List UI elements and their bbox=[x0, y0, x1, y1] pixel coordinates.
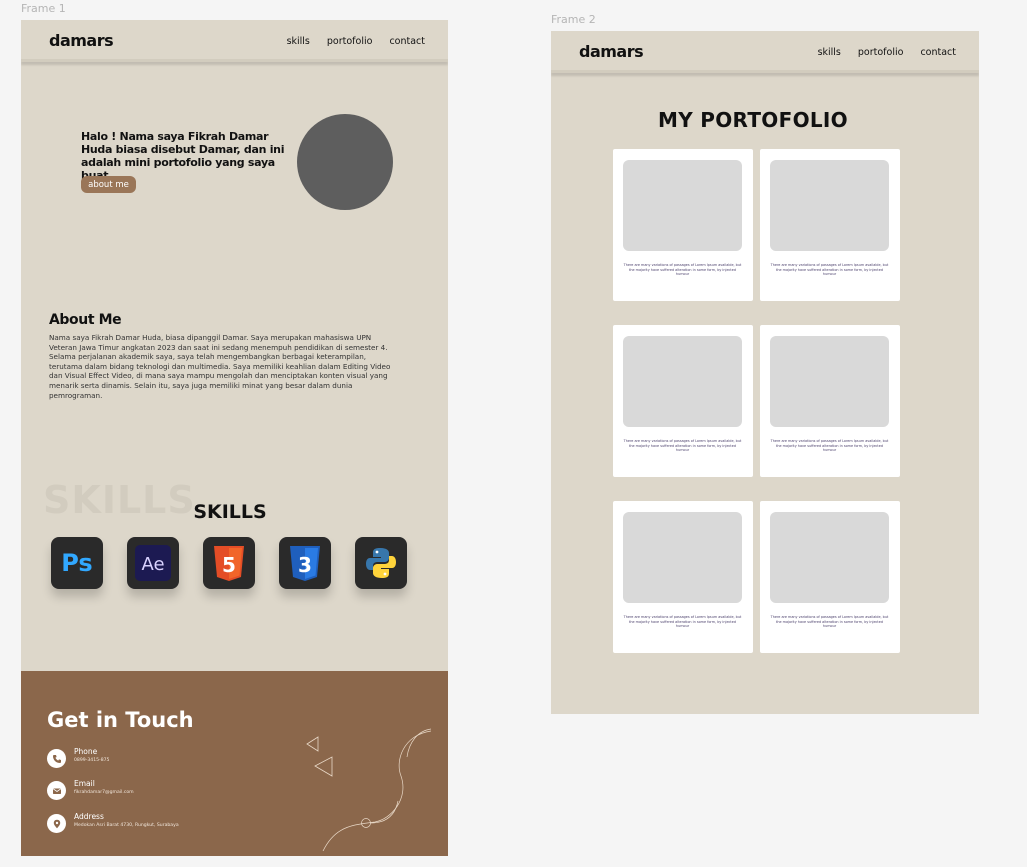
footer-title: Get in Touch bbox=[47, 708, 194, 732]
frame-portfolio: damars skills portofolio contact MY PORT… bbox=[551, 31, 979, 714]
skills-title: SKILLS bbox=[193, 501, 267, 523]
contact-address-label: Address bbox=[74, 812, 104, 821]
frame-home: damars skills portofolio contact Halo ! … bbox=[21, 20, 448, 856]
card-thumbnail bbox=[623, 336, 742, 427]
portfolio-card[interactable]: There are many variations of passages of… bbox=[760, 149, 900, 301]
card-description: There are many variations of passages of… bbox=[770, 615, 889, 628]
about-title: About Me bbox=[49, 312, 122, 328]
css3-icon-text: 3 bbox=[298, 553, 312, 577]
nav-link-portofolio[interactable]: portofolio bbox=[858, 47, 904, 58]
portfolio-grid: There are many variations of passages of… bbox=[613, 149, 900, 653]
photoshop-icon-text: Ps bbox=[61, 549, 92, 577]
css3-icon: 3 bbox=[279, 537, 331, 589]
card-description: There are many variations of passages of… bbox=[770, 263, 889, 276]
avatar bbox=[297, 114, 393, 210]
html5-icon-text: 5 bbox=[222, 553, 236, 577]
python-icon bbox=[355, 537, 407, 589]
portfolio-title: MY PORTOFOLIO bbox=[658, 108, 848, 132]
phone-icon bbox=[47, 749, 66, 768]
navbar: damars skills portofolio contact bbox=[21, 20, 448, 62]
portfolio-card[interactable]: There are many variations of passages of… bbox=[613, 325, 753, 477]
card-thumbnail bbox=[623, 160, 742, 251]
card-thumbnail bbox=[770, 512, 889, 603]
nav-link-skills[interactable]: skills bbox=[818, 47, 841, 58]
nav-link-contact[interactable]: contact bbox=[920, 47, 956, 58]
portfolio-card[interactable]: There are many variations of passages of… bbox=[760, 325, 900, 477]
after-effects-icon: Ae bbox=[127, 537, 179, 589]
location-icon bbox=[47, 814, 66, 833]
email-icon bbox=[47, 781, 66, 800]
html5-icon: 5 bbox=[203, 537, 255, 589]
card-thumbnail bbox=[770, 160, 889, 251]
frame2-label: Frame 2 bbox=[551, 13, 596, 26]
brand-logo[interactable]: damars bbox=[579, 42, 644, 61]
nav-links: skills portofolio contact bbox=[287, 36, 425, 47]
contact-phone-value: 0899-3415-875 bbox=[74, 758, 110, 763]
contact-email-value: fikrahdamar7@gmail.com bbox=[74, 790, 134, 795]
card-description: There are many variations of passages of… bbox=[623, 615, 742, 628]
brand-logo[interactable]: damars bbox=[49, 31, 114, 50]
portfolio-card[interactable]: There are many variations of passages of… bbox=[613, 149, 753, 301]
after-effects-icon-text: Ae bbox=[141, 554, 164, 575]
card-description: There are many variations of passages of… bbox=[623, 263, 742, 276]
about-me-button[interactable]: about me bbox=[81, 176, 136, 193]
portfolio-card[interactable]: There are many variations of passages of… bbox=[760, 501, 900, 653]
frame1-label: Frame 1 bbox=[21, 2, 66, 15]
card-thumbnail bbox=[770, 336, 889, 427]
card-thumbnail bbox=[623, 512, 742, 603]
navbar: damars skills portofolio contact bbox=[551, 31, 979, 73]
hero-text: Halo ! Nama saya Fikrah Damar Huda biasa… bbox=[81, 130, 285, 182]
contact-address-value: Medokan Asri Barat 4730, Rungkut, Suraba… bbox=[74, 823, 179, 828]
contact-phone-label: Phone bbox=[74, 747, 98, 756]
photoshop-icon: Ps bbox=[51, 537, 103, 589]
nav-link-portofolio[interactable]: portofolio bbox=[327, 36, 373, 47]
about-body: Nama saya Fikrah Damar Huda, biasa dipan… bbox=[49, 333, 391, 400]
skills-list: Ps Ae 5 3 bbox=[51, 537, 407, 589]
contact-email-label: Email bbox=[74, 779, 95, 788]
nav-link-skills[interactable]: skills bbox=[287, 36, 310, 47]
card-description: There are many variations of passages of… bbox=[623, 439, 742, 452]
contact-footer: Get in Touch Phone 0899-3415-875 Email f… bbox=[21, 671, 448, 856]
portfolio-card[interactable]: There are many variations of passages of… bbox=[613, 501, 753, 653]
nav-links: skills portofolio contact bbox=[818, 47, 956, 58]
card-description: There are many variations of passages of… bbox=[770, 439, 889, 452]
decorative-lines-icon bbox=[306, 728, 432, 851]
nav-link-contact[interactable]: contact bbox=[389, 36, 425, 47]
